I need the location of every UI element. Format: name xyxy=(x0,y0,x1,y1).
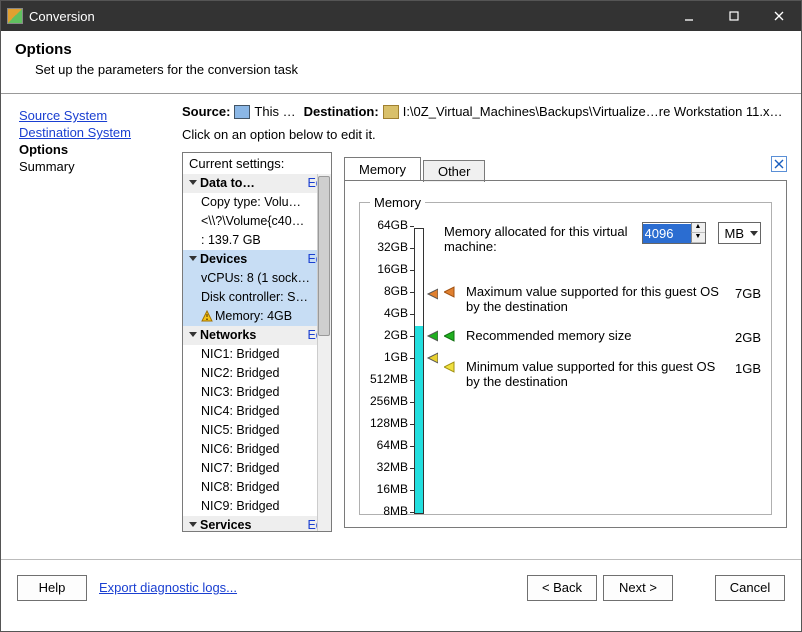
unit-value: MB xyxy=(725,226,745,241)
tree-item-[interactable]: NIC7: Bridged xyxy=(183,459,331,478)
tick-label: 1GB xyxy=(384,350,408,364)
page-header: Options Set up the parameters for the co… xyxy=(1,31,801,94)
tick-label: 64MB xyxy=(377,438,408,452)
tree-scrollbar[interactable] xyxy=(317,174,331,531)
computer-icon xyxy=(234,105,250,119)
spin-down[interactable]: ▼ xyxy=(691,233,705,243)
page-subtitle: Set up the parameters for the conversion… xyxy=(15,62,787,77)
wizard-steps: Source System Destination System Options Su… xyxy=(1,94,171,559)
folder-icon xyxy=(383,105,399,119)
marker-rec-label: Recommended memory size xyxy=(466,328,727,343)
memory-legend: Memory xyxy=(370,195,425,210)
tick-label: 32MB xyxy=(377,460,408,474)
export-logs-link[interactable]: Export diagnostic logs... xyxy=(99,580,237,595)
marker-min xyxy=(426,352,438,364)
minimize-button[interactable] xyxy=(666,1,711,31)
marker-max-icon xyxy=(444,284,458,301)
tree-section-[interactable]: NetworksEdit xyxy=(183,326,331,345)
tree-item-[interactable]: NIC8: Bridged xyxy=(183,478,331,497)
marker-rec xyxy=(426,330,438,342)
tick-label: 16GB xyxy=(377,262,408,276)
tree-item-[interactable]: NIC2: Bridged xyxy=(183,364,331,383)
page-title: Options xyxy=(15,41,787,58)
tree-item-[interactable]: NIC9: Bridged xyxy=(183,497,331,516)
source-label: Source: xyxy=(182,104,230,119)
cancel-button[interactable]: Cancel xyxy=(715,575,785,601)
maximize-button[interactable] xyxy=(711,1,756,31)
tick-label: 16MB xyxy=(377,482,408,496)
memory-spinbox[interactable]: ▲ ▼ xyxy=(642,222,706,244)
marker-min-value: 1GB xyxy=(735,359,761,376)
twisty-icon xyxy=(189,332,197,337)
unit-select[interactable]: MB xyxy=(718,222,762,244)
titlebar: Conversion xyxy=(1,1,801,31)
tick-label: 32GB xyxy=(377,240,408,254)
memory-fieldset: Memory 64GB 32GB 16GB 8GB 4GB 2GB 1GB 512MB 256M… xyxy=(359,195,772,515)
chevron-down-icon xyxy=(750,231,758,236)
tick-label: 128MB xyxy=(370,416,408,430)
tab-other[interactable]: Other xyxy=(423,160,486,182)
source-dest-row: Source: This … Destination: I:\0Z_Virtua… xyxy=(182,104,787,119)
memory-input[interactable] xyxy=(643,224,691,243)
tick-label: 512MB xyxy=(370,372,408,386)
source-value: This … xyxy=(254,104,295,119)
footer: Help Export diagnostic logs... < Back Ne… xyxy=(1,559,801,615)
marker-max xyxy=(426,288,438,300)
step-options: Options xyxy=(19,142,167,157)
next-button[interactable]: Next > xyxy=(603,575,673,601)
tree-item-[interactable]: NIC5: Bridged xyxy=(183,421,331,440)
dest-label: Destination: xyxy=(304,104,379,119)
tree-scrollthumb[interactable] xyxy=(318,176,330,336)
tree-item-[interactable]: NIC6: Bridged xyxy=(183,440,331,459)
tick-label: 4GB xyxy=(384,306,408,320)
tree-item-[interactable]: NIC3: Bridged xyxy=(183,383,331,402)
tree-item-[interactable]: Memory: 4GB xyxy=(183,307,331,326)
window-title: Conversion xyxy=(29,9,666,24)
memory-bar-fill xyxy=(415,326,423,513)
warning-icon xyxy=(201,310,213,322)
tree-item-[interactable]: <\\?\Volume{c40… xyxy=(183,212,331,231)
settings-tree: Current settings: Data to…EditCopy type:… xyxy=(182,152,332,532)
dest-value: I:\0Z_Virtual_Machines\Backups\Virtualiz… xyxy=(403,104,783,119)
memory-bar xyxy=(414,228,424,514)
tree-section-[interactable]: Data to…Edit xyxy=(183,174,331,193)
tree-item-[interactable]: Disk controller: S… xyxy=(183,288,331,307)
marker-max-label: Maximum value supported for this guest O… xyxy=(466,284,727,314)
tick-label: 2GB xyxy=(384,328,408,342)
tick-label: 8MB xyxy=(383,504,408,518)
tick-label: 64GB xyxy=(377,218,408,232)
close-button[interactable] xyxy=(756,1,801,31)
tree-item-[interactable]: vCPUs: 8 (1 sock… xyxy=(183,269,331,288)
app-icon xyxy=(7,8,23,24)
tree-section-[interactable]: DevicesEdit xyxy=(183,250,331,269)
twisty-icon xyxy=(189,522,197,527)
panel-close-icon[interactable] xyxy=(771,156,787,172)
step-source-system[interactable]: Source System xyxy=(19,108,167,123)
marker-rec-icon xyxy=(444,328,458,345)
tree-item-[interactable]: NIC4: Bridged xyxy=(183,402,331,421)
memory-scale[interactable]: 64GB32GB16GB8GB4GB2GB1GB512MB256MB128MB6… xyxy=(370,222,430,522)
marker-min-icon xyxy=(444,359,458,376)
marker-min-label: Minimum value supported for this guest O… xyxy=(466,359,727,389)
tab-memory[interactable]: Memory xyxy=(344,157,421,181)
tick-label: 8GB xyxy=(384,284,408,298)
tick-label: 256MB xyxy=(370,394,408,408)
alloc-label: Memory allocated for this virtual machin… xyxy=(444,222,634,254)
marker-max-value: 7GB xyxy=(735,284,761,301)
instruction-text: Click on an option below to edit it. xyxy=(182,127,787,142)
help-button[interactable]: Help xyxy=(17,575,87,601)
twisty-icon xyxy=(189,180,197,185)
twisty-icon xyxy=(189,256,197,261)
tree-item-[interactable]: NIC1: Bridged xyxy=(183,345,331,364)
tree-item-[interactable]: Copy type: Volu… xyxy=(183,193,331,212)
spin-up[interactable]: ▲ xyxy=(691,223,705,233)
step-destination-system[interactable]: Destination System xyxy=(19,125,167,140)
back-button[interactable]: < Back xyxy=(527,575,597,601)
step-summary: Summary xyxy=(19,159,167,174)
tree-header: Current settings: xyxy=(183,153,331,174)
tree-section-[interactable]: ServicesEdit xyxy=(183,516,331,531)
marker-rec-value: 2GB xyxy=(735,328,761,345)
tree-item-[interactable]: : 139.7 GB xyxy=(183,231,331,250)
